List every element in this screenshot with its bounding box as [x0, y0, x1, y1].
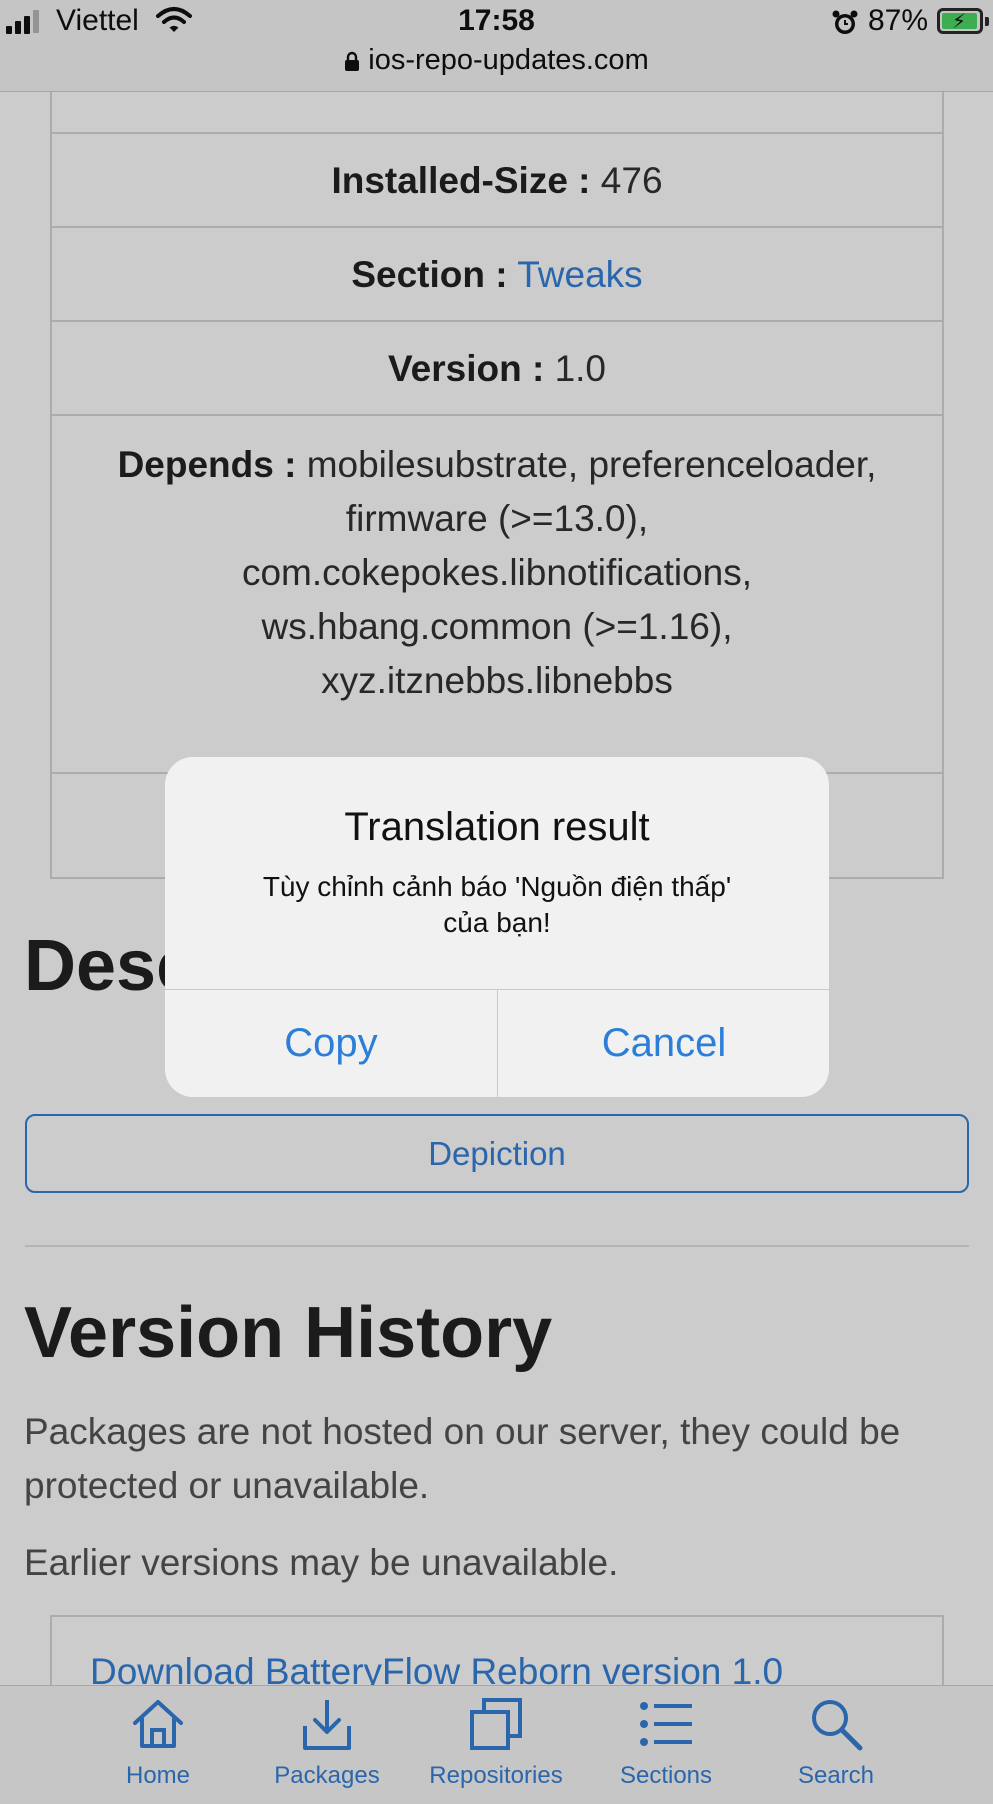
alert-message-line-2: của bạn!	[443, 907, 551, 938]
translation-alert-dialog: Translation result Tùy chỉnh cảnh báo 'N…	[165, 757, 829, 1097]
alert-message-line-1: Tùy chỉnh cảnh báo 'Nguồn điện thấp'	[262, 871, 732, 902]
alert-title: Translation result	[344, 805, 650, 849]
copy-button[interactable]: Copy	[165, 990, 497, 1097]
alert-message: Tùy chỉnh cảnh báo 'Nguồn điện thấp' của…	[205, 869, 789, 941]
cancel-button[interactable]: Cancel	[498, 990, 829, 1097]
